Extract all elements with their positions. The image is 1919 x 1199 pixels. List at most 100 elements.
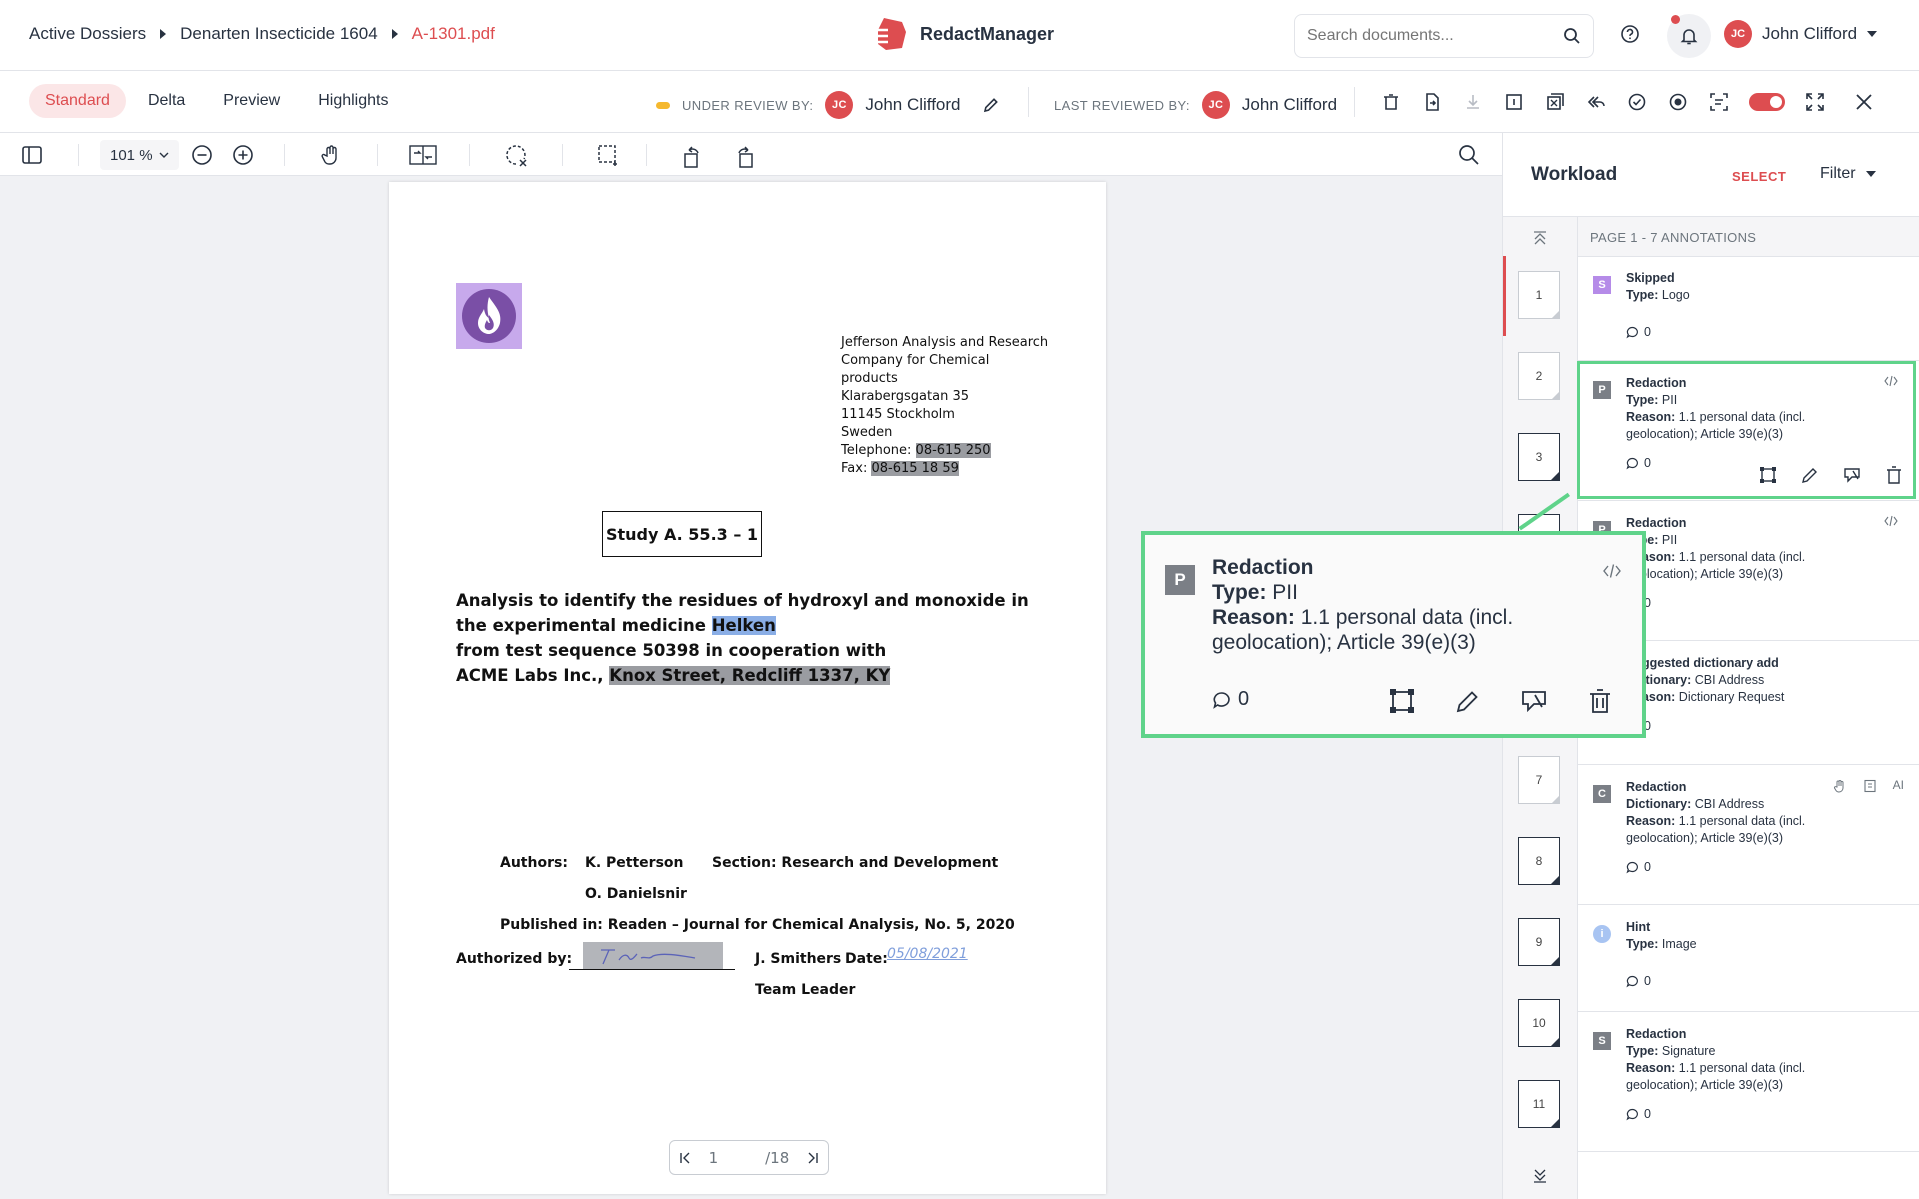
breadcrumb-file[interactable]: A-1301.pdf xyxy=(412,24,495,44)
company-address: Jefferson Analysis and Research Company … xyxy=(841,334,1048,478)
analysis-line: Analysis to identify the residues of hyd… xyxy=(456,591,1029,610)
annotation-detail: Reason: 1.1 personal data (incl. geoloca… xyxy=(1626,813,1826,847)
annotation-item[interactable]: C AI Redaction Dictionary: CBI Address R… xyxy=(1578,765,1919,905)
thumbnail-page-8[interactable]: 8 xyxy=(1518,837,1560,885)
annotation-item[interactable]: S Redaction Type: Signature Reason: 1.1 … xyxy=(1578,1012,1919,1152)
comments-count[interactable]: 0 xyxy=(1626,595,1919,612)
thumbnail-page-2[interactable]: 2 xyxy=(1518,352,1560,400)
filter-dropdown[interactable]: Filter xyxy=(1820,165,1876,183)
zoom-in-icon[interactable] xyxy=(231,143,255,167)
avatar: JC xyxy=(1724,20,1752,48)
scroll-top-icon[interactable] xyxy=(1531,229,1549,247)
tab-standard[interactable]: Standard xyxy=(29,84,126,118)
compare-pages-icon[interactable] xyxy=(408,143,438,167)
search-box[interactable] xyxy=(1294,14,1594,58)
thumbnail-page-11[interactable]: 11 xyxy=(1518,1080,1560,1128)
address-line: Company for Chemical xyxy=(841,353,990,368)
search-input[interactable] xyxy=(1307,27,1547,45)
comments-count[interactable]: 0 xyxy=(1626,859,1919,876)
search-icon[interactable] xyxy=(1457,143,1481,167)
search-icon[interactable] xyxy=(1563,27,1581,45)
company-logo-redaction[interactable] xyxy=(456,283,522,349)
sidebar-toggle-icon[interactable] xyxy=(20,143,44,167)
help-button[interactable] xyxy=(1617,21,1643,47)
tab-preview[interactable]: Preview xyxy=(207,84,296,118)
info-panel-icon[interactable] xyxy=(1503,91,1525,113)
record-icon[interactable] xyxy=(1667,91,1689,113)
first-page-icon[interactable] xyxy=(678,1151,692,1165)
rotate-right-icon[interactable] xyxy=(733,143,757,169)
detail-value: Dictionary Request xyxy=(1675,690,1785,704)
zoom-out-icon[interactable] xyxy=(190,143,214,167)
avatar: JC xyxy=(825,91,854,119)
area-select-icon[interactable] xyxy=(596,143,620,167)
breadcrumb: Active Dossiers Denarten Insecticide 160… xyxy=(29,24,495,44)
delete-icon[interactable] xyxy=(1586,687,1614,715)
comments-count[interactable]: 0 xyxy=(1626,1106,1919,1123)
thumbnail-page-1[interactable]: 1 xyxy=(1518,271,1560,319)
edit-icon[interactable] xyxy=(1454,687,1482,715)
signature-redaction[interactable] xyxy=(583,942,723,970)
remove-area-icon[interactable] xyxy=(504,143,530,169)
date-redaction[interactable]: 05/08/2021 xyxy=(887,946,968,962)
user-menu[interactable]: JC John Clifford xyxy=(1724,20,1878,48)
select-button[interactable]: SELECT xyxy=(1732,169,1786,184)
code-icon[interactable] xyxy=(1884,515,1898,527)
last-page-icon[interactable] xyxy=(806,1151,820,1165)
comments-count[interactable]: 0 xyxy=(1626,324,1919,341)
compare-icon[interactable] xyxy=(1544,91,1566,113)
detail-value: Signature xyxy=(1658,1044,1716,1058)
tab-highlights[interactable]: Highlights xyxy=(302,84,404,118)
fax-redaction[interactable]: 08-615 18 59 xyxy=(871,461,959,476)
ocr-scan-icon[interactable] xyxy=(1708,91,1730,113)
page-number-input[interactable]: 1 xyxy=(709,1149,749,1167)
zoom-select[interactable]: 101 % xyxy=(100,140,179,170)
workload-header: Workload SELECT Filter xyxy=(1503,133,1919,217)
undo-all-icon[interactable] xyxy=(1585,91,1607,113)
redaction-preview-toggle[interactable] xyxy=(1749,93,1785,111)
annotation-item[interactable]: S Skipped Type: Logo 0 xyxy=(1578,258,1919,361)
divider xyxy=(377,144,378,166)
breadcrumb-dossier[interactable]: Denarten Insecticide 1604 xyxy=(180,24,378,44)
chevron-right-icon xyxy=(391,29,398,39)
annotation-flags: AI xyxy=(1833,777,1904,794)
rotate-left-icon[interactable] xyxy=(680,143,704,169)
code-icon[interactable] xyxy=(1602,563,1622,579)
comments-count[interactable]: 0 xyxy=(1212,688,1249,711)
address-redaction[interactable]: Knox Street, Redcliff 1337, KY xyxy=(609,666,891,685)
telephone-label: Telephone: xyxy=(841,443,916,458)
export-icon[interactable] xyxy=(1421,91,1443,113)
medicine-redaction[interactable]: Helken xyxy=(711,616,776,635)
approve-icon[interactable] xyxy=(1626,91,1648,113)
thumbnail-page-7[interactable]: 7 xyxy=(1518,756,1560,804)
resize-icon[interactable] xyxy=(1388,687,1416,715)
pan-hand-icon[interactable] xyxy=(319,143,343,167)
detail-value: CBI Address xyxy=(1691,797,1765,811)
tab-delta[interactable]: Delta xyxy=(132,84,201,118)
fullscreen-icon[interactable] xyxy=(1804,91,1826,113)
download-icon[interactable] xyxy=(1462,91,1484,113)
annotation-item[interactable]: i Hint Type: Image 0 xyxy=(1578,905,1919,1012)
comments-count[interactable]: 0 xyxy=(1626,718,1919,735)
pencil-icon[interactable] xyxy=(981,95,1001,115)
address-line: 11145 Stockholm xyxy=(841,407,955,422)
chevron-down-icon xyxy=(159,152,169,158)
chevron-right-icon xyxy=(160,29,167,39)
thumbnail-page-10[interactable]: 10 xyxy=(1518,999,1560,1047)
thumbnail-page-9[interactable]: 9 xyxy=(1518,918,1560,966)
selected-annotation-highlight xyxy=(1577,361,1916,499)
thumbnail-page-3[interactable]: 3 xyxy=(1518,433,1560,481)
annotation-detail: Type: PII xyxy=(1626,532,1919,549)
reject-icon[interactable] xyxy=(1520,687,1548,715)
delete-icon[interactable] xyxy=(1380,91,1402,113)
address-line: Jefferson Analysis and Research xyxy=(841,335,1049,350)
divider xyxy=(646,144,647,166)
scroll-bottom-icon[interactable] xyxy=(1531,1167,1549,1185)
comment-icon xyxy=(1626,861,1638,874)
brand[interactable]: RedactManager xyxy=(872,16,1054,52)
pdf-page[interactable]: Jefferson Analysis and Research Company … xyxy=(389,182,1106,1194)
close-icon[interactable] xyxy=(1853,91,1875,113)
comments-count[interactable]: 0 xyxy=(1626,973,1919,990)
telephone-redaction[interactable]: 08-615 250 xyxy=(915,443,991,458)
breadcrumb-dossiers[interactable]: Active Dossiers xyxy=(29,24,146,44)
